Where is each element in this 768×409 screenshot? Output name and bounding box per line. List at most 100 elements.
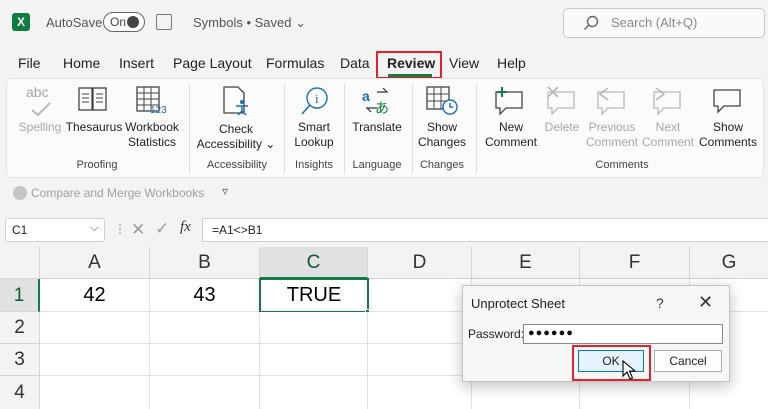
insert-function-icon[interactable]: fx	[180, 219, 191, 236]
column-header-g[interactable]: G	[690, 247, 768, 279]
cell-d1[interactable]	[369, 279, 472, 312]
document-title[interactable]: Symbols • Saved ⌄	[193, 15, 306, 31]
save-icon[interactable]	[156, 14, 172, 30]
previous-comment-button-line2[interactable]: Comment	[584, 135, 640, 150]
tab-data[interactable]: Data	[340, 55, 370, 71]
tab-view[interactable]: View	[449, 55, 479, 71]
new-comment-button-line2[interactable]: Comment	[482, 135, 540, 150]
ribbon-separator	[189, 84, 190, 174]
tab-help[interactable]: Help	[497, 55, 526, 71]
tab-page-layout[interactable]: Page Layout	[173, 55, 252, 71]
ok-button-highlight	[572, 345, 651, 381]
cell-a2[interactable]	[40, 312, 150, 344]
workbook-statistics-button[interactable]: Workbook	[122, 120, 182, 135]
autosave-label: AutoSave	[46, 15, 103, 30]
spelling-button[interactable]: Spelling	[14, 120, 66, 135]
check-accessibility-button-line2[interactable]: Accessibility ⌄	[194, 137, 278, 152]
column-header-f[interactable]: F	[580, 247, 690, 279]
column-header-b[interactable]: B	[150, 247, 260, 279]
svg-text:a: a	[362, 88, 370, 104]
compare-merge-icon	[13, 186, 27, 200]
translate-button[interactable]: Translate	[348, 120, 406, 135]
delete-comment-icon	[547, 86, 575, 116]
cell-a1[interactable]: 42	[40, 279, 150, 312]
cell-a4[interactable]	[40, 376, 150, 409]
cell-b2[interactable]	[150, 312, 260, 344]
previous-comment-button[interactable]: Previous	[584, 120, 640, 135]
tab-formulas[interactable]: Formulas	[266, 55, 324, 71]
chevron-down-icon[interactable]: ⌵	[90, 222, 98, 235]
help-icon[interactable]: ?	[656, 295, 664, 311]
ribbon-separator	[476, 84, 477, 174]
group-changes: Changes	[419, 159, 465, 171]
thesaurus-button[interactable]: Thesaurus	[64, 120, 124, 135]
smart-lookup-button-line2[interactable]: Lookup	[290, 135, 338, 150]
workbook-statistics-button-line2[interactable]: Statistics	[122, 135, 182, 150]
smart-lookup-button[interactable]: Smart	[290, 120, 338, 135]
tab-file[interactable]: File	[18, 55, 41, 71]
name-box-value: C1	[12, 223, 28, 237]
next-comment-button[interactable]: Next	[644, 120, 692, 135]
show-changes-button[interactable]: Show	[416, 120, 468, 135]
show-changes-button-line2[interactable]: Changes	[414, 135, 470, 150]
cell-b1[interactable]: 43	[150, 279, 260, 312]
next-comment-button-line2[interactable]: Comment	[640, 135, 696, 150]
check-accessibility-button[interactable]: Check	[196, 122, 276, 137]
autosave-state: On	[110, 15, 127, 29]
tab-home[interactable]: Home	[63, 55, 100, 71]
row-header-2[interactable]: 2	[0, 312, 40, 344]
group-insights: Insights	[295, 159, 333, 171]
cell-d2[interactable]	[368, 312, 472, 344]
column-header-c[interactable]: C	[260, 247, 368, 279]
workbook-statistics-icon: 123	[136, 86, 167, 114]
cell-a3[interactable]	[40, 344, 150, 376]
column-header-d[interactable]: D	[368, 247, 472, 279]
cell-c3[interactable]	[260, 344, 368, 376]
show-changes-icon	[426, 86, 458, 115]
cell-d4[interactable]	[368, 376, 472, 409]
column-header-e[interactable]: E	[472, 247, 580, 279]
cancel-button[interactable]: Cancel	[654, 350, 722, 372]
group-language: Language	[352, 159, 402, 171]
row-header-3[interactable]: 3	[0, 344, 40, 376]
show-comments-button-line2[interactable]: Comments	[697, 135, 759, 150]
cell-c2[interactable]	[260, 312, 368, 344]
column-header-a[interactable]: A	[40, 247, 150, 279]
group-accessibility: Accessibility	[207, 159, 267, 171]
next-comment-icon	[653, 87, 681, 116]
excel-logo-icon: X	[12, 13, 30, 31]
cell-b4[interactable]	[150, 376, 260, 409]
cell-c1[interactable]: TRUE	[259, 278, 369, 313]
show-comments-button[interactable]: Show	[702, 120, 754, 135]
tab-insert[interactable]: Insert	[119, 55, 154, 71]
more-options-icon[interactable]: ⋮	[114, 222, 126, 236]
compare-merge-button[interactable]: Compare and Merge Workbooks	[31, 186, 204, 200]
translate-icon: aあ	[362, 87, 389, 116]
delete-comment-button[interactable]: Delete	[540, 120, 584, 135]
new-comment-button[interactable]: New	[484, 120, 538, 135]
thesaurus-icon	[78, 87, 107, 111]
cancel-entry-icon[interactable]: ✕	[131, 220, 145, 240]
enter-entry-icon[interactable]: ✓	[155, 219, 169, 239]
search-icon	[584, 15, 599, 30]
cell-b3[interactable]	[150, 344, 260, 376]
customize-toolbar-caret-icon[interactable]: ▿	[222, 184, 228, 198]
row-header-1[interactable]: 1	[0, 279, 40, 312]
search-placeholder: Search (Alt+Q)	[611, 15, 698, 30]
cell-d3[interactable]	[368, 344, 472, 376]
close-icon[interactable]: ✕	[698, 292, 713, 313]
formula-input[interactable]	[202, 218, 768, 242]
svg-text:あ: あ	[375, 101, 389, 116]
previous-comment-icon	[597, 87, 625, 116]
accessibility-icon	[223, 86, 248, 116]
select-all-button[interactable]	[0, 247, 40, 279]
row-header-4[interactable]: 4	[0, 376, 40, 409]
ribbon-separator	[284, 84, 285, 174]
toggle-knob	[127, 16, 139, 28]
formula-text: =A1<>B1	[212, 223, 263, 237]
cell-c4[interactable]	[260, 376, 368, 409]
group-comments: Comments	[595, 159, 649, 171]
password-label: Password:	[468, 327, 525, 341]
mouse-cursor-icon	[622, 360, 636, 380]
svg-text:i: i	[315, 91, 319, 106]
